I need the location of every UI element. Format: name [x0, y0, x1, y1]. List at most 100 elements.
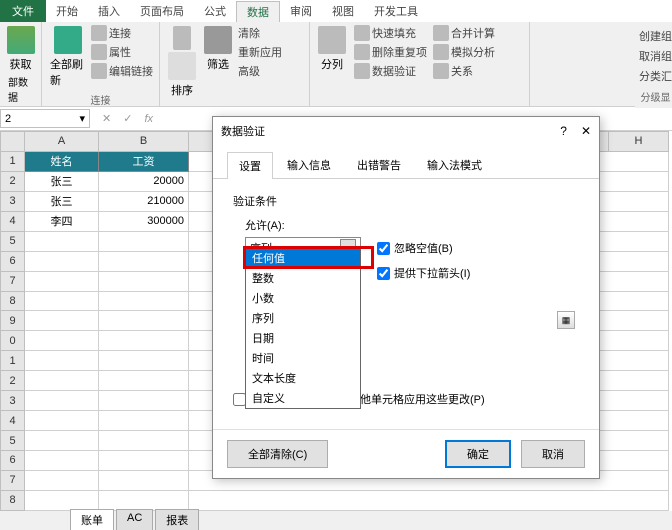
dlg-tab-error[interactable]: 出错警告 — [345, 151, 413, 178]
option-custom[interactable]: 自定义 — [246, 388, 360, 408]
row-header[interactable]: 1 — [1, 151, 25, 171]
ok-button[interactable]: 确定 — [445, 440, 511, 468]
consolidate[interactable]: 合并计算 — [433, 24, 495, 42]
edit-links-btn[interactable]: 编辑链接 — [91, 62, 153, 80]
cell[interactable]: 李四 — [25, 211, 99, 231]
remove-duplicates[interactable]: 删除重复项 — [354, 43, 427, 61]
refresh-icon — [54, 26, 82, 54]
row-header[interactable]: 6 — [1, 251, 25, 271]
accept-formula-icon[interactable]: ✓ — [117, 112, 138, 125]
allow-dropdown-list: 任何值 整数 小数 序列 日期 时间 文本长度 自定义 — [245, 247, 361, 409]
row-header[interactable]: 5 — [1, 231, 25, 251]
dlg-tab-ime[interactable]: 输入法模式 — [415, 151, 494, 178]
sort-az-icon — [168, 52, 196, 80]
cell[interactable]: 20000 — [99, 171, 189, 191]
close-icon[interactable]: ✕ — [581, 124, 591, 138]
tab-home[interactable]: 开始 — [46, 1, 88, 21]
row-header[interactable]: 4 — [1, 411, 25, 431]
group-btn[interactable]: 创建组 — [639, 27, 672, 45]
dialog-footer: 全部清除(C) 确定 取消 — [213, 429, 599, 478]
row-header[interactable]: 8 — [1, 490, 25, 510]
sheet-tab-3[interactable]: 报表 — [155, 509, 199, 530]
row-header[interactable]: 2 — [1, 371, 25, 391]
cell[interactable]: 张三 — [25, 171, 99, 191]
sheet-tab-1[interactable]: 账单 — [70, 509, 114, 530]
col-header-A[interactable]: A — [25, 132, 99, 152]
row-header[interactable]: 1 — [1, 351, 25, 371]
validation-condition-label: 验证条件 — [233, 193, 579, 209]
sort-icon — [173, 26, 191, 50]
text-to-columns[interactable]: 分列 — [316, 24, 348, 80]
row-header[interactable]: 0 — [1, 331, 25, 351]
cell[interactable]: 300000 — [99, 211, 189, 231]
tab-view[interactable]: 视图 — [322, 1, 364, 21]
row-header[interactable]: 5 — [1, 431, 25, 451]
col-header-B[interactable]: B — [99, 132, 189, 152]
tab-file[interactable]: 文件 — [0, 0, 46, 22]
cell[interactable]: 210000 — [99, 191, 189, 211]
whatif-icon — [433, 44, 449, 60]
row-header[interactable]: 9 — [1, 311, 25, 331]
row-header[interactable]: 4 — [1, 211, 25, 231]
relationships[interactable]: 关系 — [433, 62, 495, 80]
dialog-titlebar[interactable]: 数据验证 ? ✕ — [213, 117, 599, 145]
row-header[interactable]: 8 — [1, 291, 25, 311]
sheet-tab-2[interactable]: AC — [116, 509, 153, 530]
select-all-corner[interactable] — [1, 132, 25, 152]
in-cell-dropdown-checkbox[interactable]: 提供下拉箭头(I) — [377, 265, 579, 281]
col-header-H[interactable]: H — [609, 132, 669, 152]
range-picker-icon[interactable]: ▦ — [557, 311, 575, 329]
chevron-down-icon[interactable]: ▾ — [79, 112, 85, 125]
row-header[interactable]: 3 — [1, 191, 25, 211]
option-list[interactable]: 序列 — [246, 308, 360, 328]
header-salary[interactable]: 工资 — [99, 151, 189, 171]
tab-formulas[interactable]: 公式 — [194, 1, 236, 21]
dialog-title-text: 数据验证 — [221, 123, 265, 139]
cell[interactable]: 张三 — [25, 191, 99, 211]
dlg-tab-settings[interactable]: 设置 — [227, 152, 273, 179]
cancel-formula-icon[interactable]: ✕ — [96, 112, 117, 125]
option-decimal[interactable]: 小数 — [246, 288, 360, 308]
sort-btn[interactable]: 排序 — [166, 24, 198, 100]
what-if[interactable]: 模拟分析 — [433, 43, 495, 61]
option-whole[interactable]: 整数 — [246, 268, 360, 288]
data-validation[interactable]: 数据验证 — [354, 62, 427, 80]
connections-btn[interactable]: 连接 — [91, 24, 153, 42]
properties-btn[interactable]: 属性 — [91, 43, 153, 61]
header-name[interactable]: 姓名 — [25, 151, 99, 171]
row-header[interactable]: 2 — [1, 171, 25, 191]
help-icon[interactable]: ? — [560, 124, 567, 138]
option-any[interactable]: 任何值 — [246, 248, 360, 268]
link-icon — [91, 63, 107, 79]
tab-page-layout[interactable]: 页面布局 — [130, 1, 194, 21]
outline-group-label: 分级显 — [639, 87, 672, 104]
option-text-length[interactable]: 文本长度 — [246, 368, 360, 388]
name-box[interactable]: 2▾ — [0, 109, 90, 128]
row-header[interactable]: 3 — [1, 391, 25, 411]
database-icon — [7, 26, 35, 54]
tab-insert[interactable]: 插入 — [88, 1, 130, 21]
option-date[interactable]: 日期 — [246, 328, 360, 348]
ignore-blank-checkbox[interactable]: 忽略空值(B) — [377, 240, 453, 256]
dlg-tab-input[interactable]: 输入信息 — [275, 151, 343, 178]
cancel-button[interactable]: 取消 — [521, 440, 585, 468]
get-external-data[interactable]: 获取 部数据 — [6, 24, 35, 106]
row-header[interactable]: 7 — [1, 470, 25, 490]
row-header[interactable]: 6 — [1, 451, 25, 471]
option-time[interactable]: 时间 — [246, 348, 360, 368]
reapply-btn[interactable]: 重新应用 — [238, 43, 282, 61]
filter-btn[interactable]: 筛选 — [202, 24, 234, 100]
fx-icon[interactable]: fx — [138, 113, 159, 125]
sheet-tabs: 账单 AC 报表 — [70, 509, 199, 530]
advanced-btn[interactable]: 高级 — [238, 62, 282, 80]
tab-review[interactable]: 审阅 — [280, 1, 322, 21]
clear-all-button[interactable]: 全部清除(C) — [227, 440, 328, 468]
refresh-all[interactable]: 全部刷新 — [48, 24, 87, 90]
tab-developer[interactable]: 开发工具 — [364, 1, 428, 21]
flash-fill[interactable]: 快速填充 — [354, 24, 427, 42]
row-header[interactable]: 7 — [1, 271, 25, 291]
subtotal-btn[interactable]: 分类汇 — [639, 67, 672, 85]
tab-data[interactable]: 数据 — [236, 1, 280, 22]
clear-btn[interactable]: 清除 — [238, 24, 282, 42]
ungroup-btn[interactable]: 取消组 — [639, 47, 672, 65]
